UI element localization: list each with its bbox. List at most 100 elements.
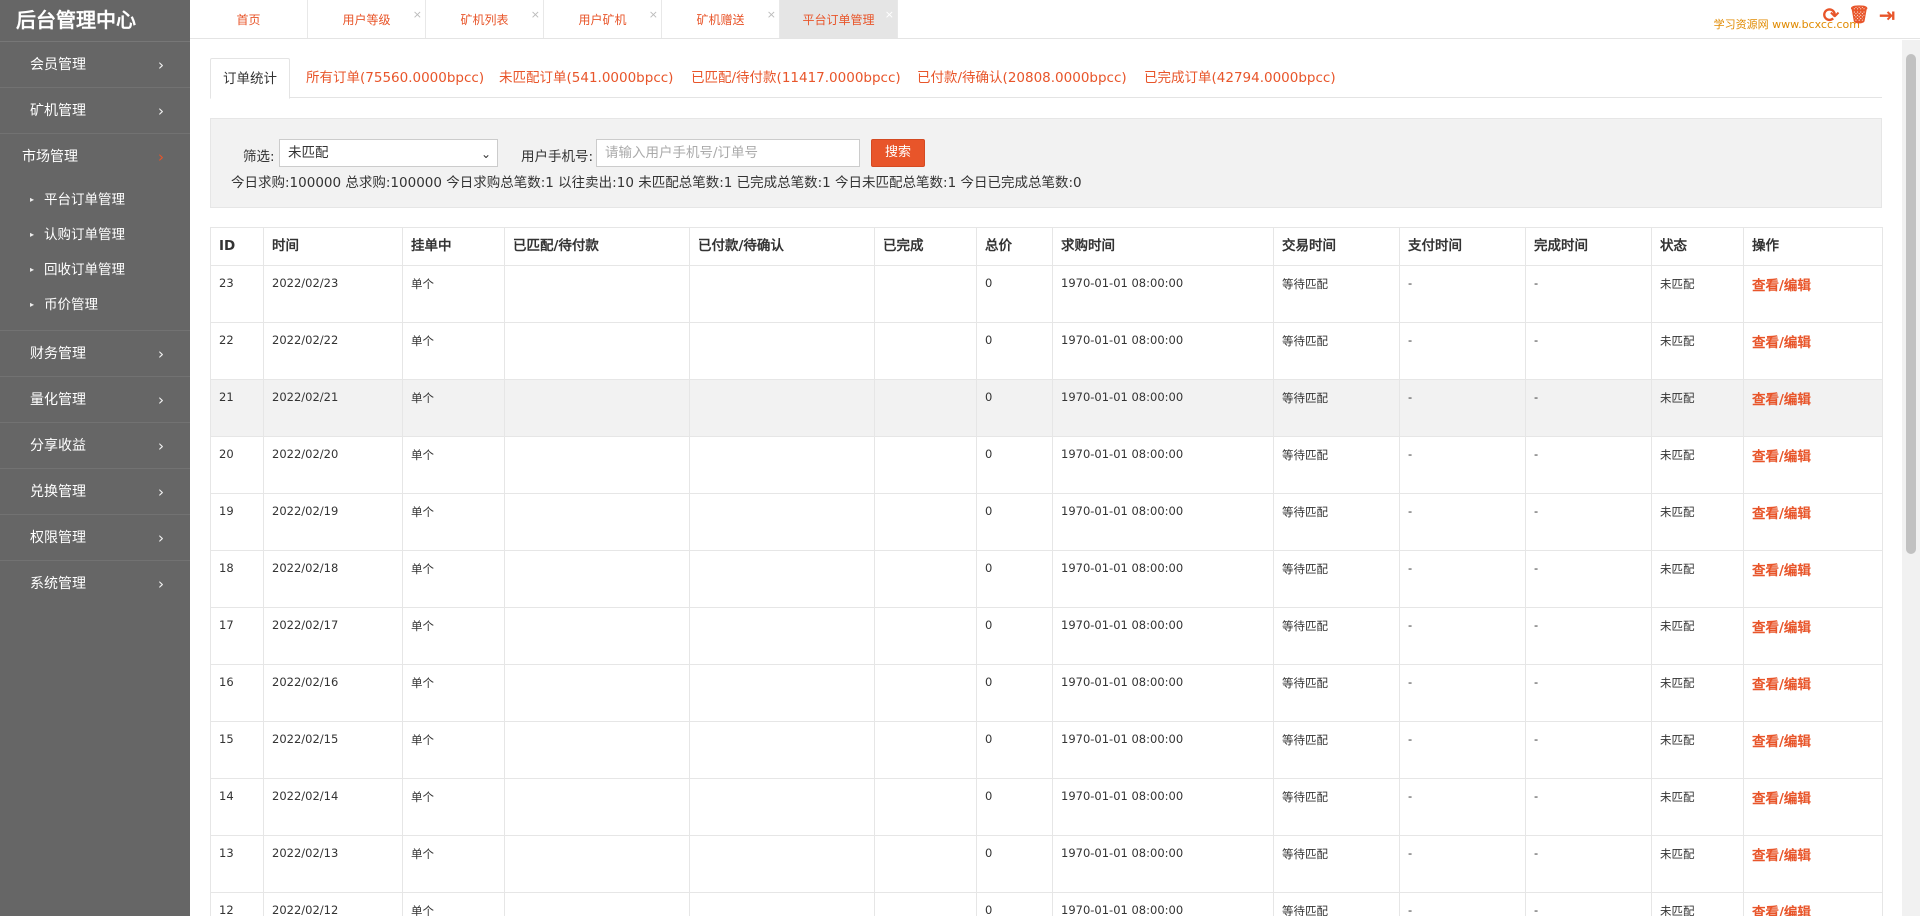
cell-pay-time: - [1399,322,1526,380]
cell-paid-pending [689,436,875,494]
table-row: 20 2022/02/20 单个 0 1970-01-01 08:00:00 等待匹配 - -… [210,436,1883,494]
col-header: 完成时间 [1525,227,1652,266]
cell-time: 2022/02/19 [263,493,403,551]
sidebar-item-quant[interactable]: 量化管理 › [0,377,190,423]
cell-matched-pending [504,778,690,836]
sidebar-subitem-coin-price[interactable]: ▸ 币价管理 [0,287,190,322]
view-edit-link[interactable]: 查看/编辑 [1743,322,1883,380]
trash-icon[interactable]: 🗑 [1848,4,1870,26]
view-edit-link[interactable]: 查看/编辑 [1743,379,1883,437]
view-edit-link[interactable]: 查看/编辑 [1743,892,1883,916]
orders-table-body: 23 2022/02/23 单个 0 1970-01-01 08:00:00 等待匹配 - -… [210,265,1883,916]
cell-id: 15 [210,721,264,779]
table-row: 17 2022/02/17 单个 0 1970-01-01 08:00:00 等待匹配 - -… [210,607,1883,665]
cell-status: 未匹配 [1651,550,1744,608]
cell-status: 未匹配 [1651,835,1744,893]
view-edit-link[interactable]: 查看/编辑 [1743,778,1883,836]
sidebar-item-member[interactable]: 会员管理 › [0,42,190,88]
cell-time: 2022/02/14 [263,778,403,836]
cell-listing: 单个 [402,778,505,836]
tab-platform-orders[interactable]: 平台订单管理 × [780,0,898,38]
status-select[interactable]: 未匹配 ⌄ [279,139,498,167]
vertical-scrollbar[interactable] [1902,40,1920,916]
col-header: 挂单中 [402,227,505,266]
table-row: 19 2022/02/19 单个 0 1970-01-01 08:00:00 等待匹配 - -… [210,493,1883,551]
view-edit-link[interactable]: 查看/编辑 [1743,664,1883,722]
sidebar-subitem-subscribe-orders[interactable]: ▸ 认购订单管理 [0,217,190,252]
order-subtabs: 订单统计 所有订单(75560.0000bpcc) 未匹配订单(541.0000… [210,58,1882,99]
close-icon[interactable]: × [649,0,658,35]
close-icon[interactable]: × [885,0,894,35]
table-row: 14 2022/02/14 单个 0 1970-01-01 08:00:00 等待匹配 - -… [210,778,1883,836]
cell-id: 19 [210,493,264,551]
subtab-paid-pending-confirm[interactable]: 已付款/待确认(20808.0000bpcc) [917,58,1127,98]
sidebar-item-label: 量化管理 [30,392,86,408]
cell-time: 2022/02/18 [263,550,403,608]
cell-completed [874,436,977,494]
subtab-order-stats[interactable]: 订单统计 [210,58,290,99]
cell-total: 0 [976,322,1053,380]
cell-trade-time: 等待匹配 [1273,835,1400,893]
subtab-matched-pending-payment[interactable]: 已匹配/待付款(11417.0000bpcc) [691,58,901,98]
view-edit-link[interactable]: 查看/编辑 [1743,835,1883,893]
cell-matched-pending [504,892,690,916]
cell-finish-time: - [1525,265,1652,323]
search-button[interactable]: 搜索 [871,139,925,167]
sidebar-item-system[interactable]: 系统管理 › [0,561,190,607]
sidebar-item-miner[interactable]: 矿机管理 › [0,88,190,134]
cell-pay-time: - [1399,550,1526,608]
sidebar: 后台管理中心 会员管理 › 矿机管理 › 市场管理 › ▸ 平台订单管理 ▸ 认购订单管理… [0,0,190,916]
cell-total: 0 [976,265,1053,323]
close-icon[interactable]: × [531,0,540,35]
cell-purchase-time: 1970-01-01 08:00:00 [1052,265,1274,323]
cell-time: 2022/02/12 [263,892,403,916]
cell-id: 13 [210,835,264,893]
sidebar-item-finance[interactable]: 财务管理 › [0,331,190,377]
cell-total: 0 [976,550,1053,608]
cell-listing: 单个 [402,607,505,665]
view-edit-link[interactable]: 查看/编辑 [1743,607,1883,665]
cell-completed [874,607,977,665]
tab-home[interactable]: 首页 [190,0,308,38]
view-edit-link[interactable]: 查看/编辑 [1743,265,1883,323]
scrollbar-thumb[interactable] [1906,54,1916,554]
tab-miner-list[interactable]: 矿机列表 × [426,0,544,38]
cell-completed [874,550,977,608]
sidebar-subitem-recycle-orders[interactable]: ▸ 回收订单管理 [0,252,190,287]
close-icon[interactable]: × [413,0,422,35]
cell-status: 未匹配 [1651,778,1744,836]
cell-status: 未匹配 [1651,721,1744,779]
tab-miner-gift[interactable]: 矿机赠送 × [662,0,780,38]
close-icon[interactable]: × [767,0,776,35]
cell-pay-time: - [1399,265,1526,323]
view-edit-link[interactable]: 查看/编辑 [1743,493,1883,551]
cell-pay-time: - [1399,835,1526,893]
cell-purchase-time: 1970-01-01 08:00:00 [1052,550,1274,608]
sidebar-item-exchange[interactable]: 兑换管理 › [0,469,190,515]
view-edit-link[interactable]: 查看/编辑 [1743,721,1883,779]
cell-status: 未匹配 [1651,265,1744,323]
tab-user-miner[interactable]: 用户矿机 × [544,0,662,38]
tab-user-level[interactable]: 用户等级 × [308,0,426,38]
logout-icon[interactable]: ⇥ [1876,4,1898,26]
table-row: 12 2022/02/12 单个 0 1970-01-01 08:00:00 等待匹配 - -… [210,892,1883,916]
cell-completed [874,892,977,916]
cell-listing: 单个 [402,550,505,608]
sidebar-item-market[interactable]: 市场管理 › [0,134,190,180]
refresh-icon[interactable]: ⟳ [1820,4,1842,26]
view-edit-link[interactable]: 查看/编辑 [1743,436,1883,494]
sidebar-submenu-market: ▸ 平台订单管理 ▸ 认购订单管理 ▸ 回收订单管理 ▸ 币价管理 [0,180,190,331]
subtab-all-orders[interactable]: 所有订单(75560.0000bpcc) [306,58,484,98]
view-edit-link[interactable]: 查看/编辑 [1743,550,1883,608]
cell-listing: 单个 [402,892,505,916]
subtab-completed-orders[interactable]: 已完成订单(42794.0000bpcc) [1144,58,1336,98]
cell-id: 18 [210,550,264,608]
sidebar-subitem-platform-orders[interactable]: ▸ 平台订单管理 [0,182,190,217]
sidebar-item-label: 系统管理 [30,576,86,592]
sidebar-item-share-income[interactable]: 分享收益 › [0,423,190,469]
sidebar-item-permission[interactable]: 权限管理 › [0,515,190,561]
tab-label: 矿机列表 [460,13,509,27]
subtab-unmatched-orders[interactable]: 未匹配订单(541.0000bpcc) [499,58,673,98]
phone-search-input[interactable] [596,139,860,167]
cell-matched-pending [504,322,690,380]
